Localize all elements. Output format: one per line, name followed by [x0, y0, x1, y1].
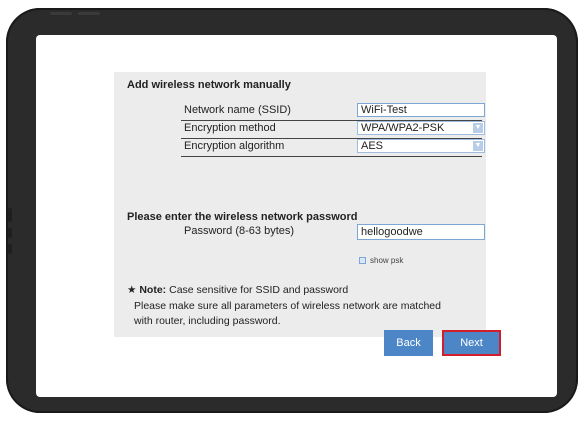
- scene: Add wireless network manually Network na…: [0, 0, 584, 421]
- encryption-algorithm-label: Encryption algorithm: [184, 140, 285, 152]
- chevron-down-icon[interactable]: ▼: [473, 141, 483, 151]
- note-prefix: Note:: [139, 284, 167, 296]
- star-icon: ★: [127, 284, 137, 296]
- show-psk-label: show psk: [370, 256, 404, 265]
- screen: Add wireless network manually Network na…: [36, 35, 557, 397]
- checkbox-icon[interactable]: [359, 257, 366, 264]
- side-button: [8, 244, 12, 254]
- ssid-input[interactable]: WiFi-Test: [357, 103, 485, 117]
- side-button: [8, 228, 12, 238]
- password-label: Password (8-63 bytes): [184, 225, 295, 237]
- encryption-method-label: Encryption method: [184, 122, 276, 134]
- chevron-down-icon[interactable]: ▼: [473, 123, 483, 133]
- wireless-settings-panel: Add wireless network manually Network na…: [114, 72, 501, 356]
- encryption-method-value: WPA/WPA2-PSK: [361, 122, 445, 134]
- note-text-1: Case sensitive for SSID and password: [166, 284, 349, 296]
- password-input[interactable]: hellogoodwe: [357, 224, 485, 240]
- encryption-algorithm-select[interactable]: AES ▼: [357, 139, 485, 153]
- row-divider: [181, 156, 482, 157]
- side-button: [8, 208, 12, 222]
- note-line-2: Please make sure all parameters of wirel…: [134, 300, 441, 312]
- top-button: [50, 12, 72, 15]
- back-button[interactable]: Back: [384, 330, 433, 356]
- panel-title: Add wireless network manually: [127, 79, 291, 91]
- note-line-1: ★ Note: Case sensitive for SSID and pass…: [127, 284, 348, 296]
- top-button: [78, 12, 100, 15]
- next-button[interactable]: Next: [442, 330, 501, 356]
- password-section-title: Please enter the wireless network passwo…: [127, 211, 358, 223]
- show-psk-toggle[interactable]: show psk: [359, 256, 403, 265]
- encryption-algorithm-value: AES: [361, 140, 384, 152]
- tablet-frame: Add wireless network manually Network na…: [6, 8, 578, 413]
- ssid-label: Network name (SSID): [184, 104, 291, 116]
- note-line-3: with router, including password.: [134, 315, 281, 327]
- encryption-method-select[interactable]: WPA/WPA2-PSK ▼: [357, 121, 485, 135]
